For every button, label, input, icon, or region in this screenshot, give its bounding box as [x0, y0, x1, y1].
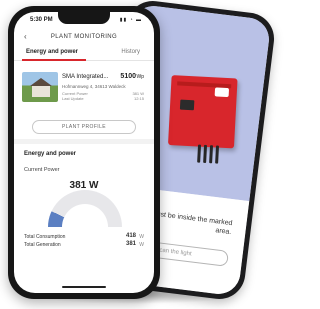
plant-meta-label: Last Update — [62, 96, 84, 101]
plant-card[interactable]: SMA Integrated... 5100 Wp Hofmannweg 4, … — [22, 72, 146, 108]
total-value: 418 — [125, 233, 136, 239]
inverter-cable — [215, 145, 220, 164]
tab-energy-and-power[interactable]: Energy and power — [26, 49, 78, 55]
nav-bar: ‹ PLANT MONITORING — [14, 32, 154, 44]
active-tab-indicator — [22, 59, 86, 61]
tab-history[interactable]: History — [121, 49, 140, 55]
totals-list: Total Consumption 418 W Total Generation… — [24, 233, 144, 250]
inverter-display — [179, 99, 195, 111]
status-bar: 5:30 PM ▮▮ ◔ ▬ — [30, 17, 142, 23]
plant-profile-button[interactable]: PLANT PROFILE — [32, 120, 136, 134]
section-divider — [14, 139, 154, 144]
front-phone: 5:30 PM ▮▮ ◔ ▬ ‹ PLANT MONITORING Energy… — [8, 6, 160, 299]
home-indicator — [62, 286, 106, 288]
plant-peak-unit: Wp — [136, 74, 145, 80]
total-unit: W — [139, 242, 144, 248]
status-icons: ▮▮ ◔ ▬ — [119, 17, 142, 23]
plant-name: SMA Integrated... — [62, 74, 109, 80]
power-gauge — [48, 190, 122, 227]
inverter-cable — [209, 145, 214, 164]
front-phone-screen: 5:30 PM ▮▮ ◔ ▬ ‹ PLANT MONITORING Energy… — [14, 12, 154, 293]
total-unit: W — [139, 234, 144, 240]
section-title: Energy and power — [24, 151, 77, 157]
page-title: PLANT MONITORING — [50, 34, 118, 40]
plant-meta-values: 381 W 12:15 — [132, 91, 144, 101]
inverter-cable — [203, 144, 208, 164]
inverter-cable — [197, 144, 202, 163]
total-label: Total Generation — [24, 242, 61, 248]
total-value: 381 — [125, 241, 136, 247]
total-label: Total Consumption — [24, 234, 66, 240]
plant-address: Hofmannweg 4, 34613 Waldeck — [62, 84, 126, 89]
total-row: Total Generation 381 W — [24, 241, 144, 250]
plant-meta-labels: Current Power Last Update — [62, 91, 88, 101]
inverter-logo — [214, 87, 230, 98]
inverter-image — [167, 75, 238, 164]
status-time: 5:30 PM — [30, 17, 53, 23]
house-roof — [30, 78, 52, 86]
plant-meta-value: 12:15 — [133, 96, 144, 101]
plant-peak-power: 5100 — [120, 73, 136, 80]
house-body — [32, 86, 50, 97]
tab-bar: Energy and power History — [14, 48, 154, 61]
current-power-label: Current Power — [24, 167, 60, 173]
plant-photo — [22, 72, 58, 102]
